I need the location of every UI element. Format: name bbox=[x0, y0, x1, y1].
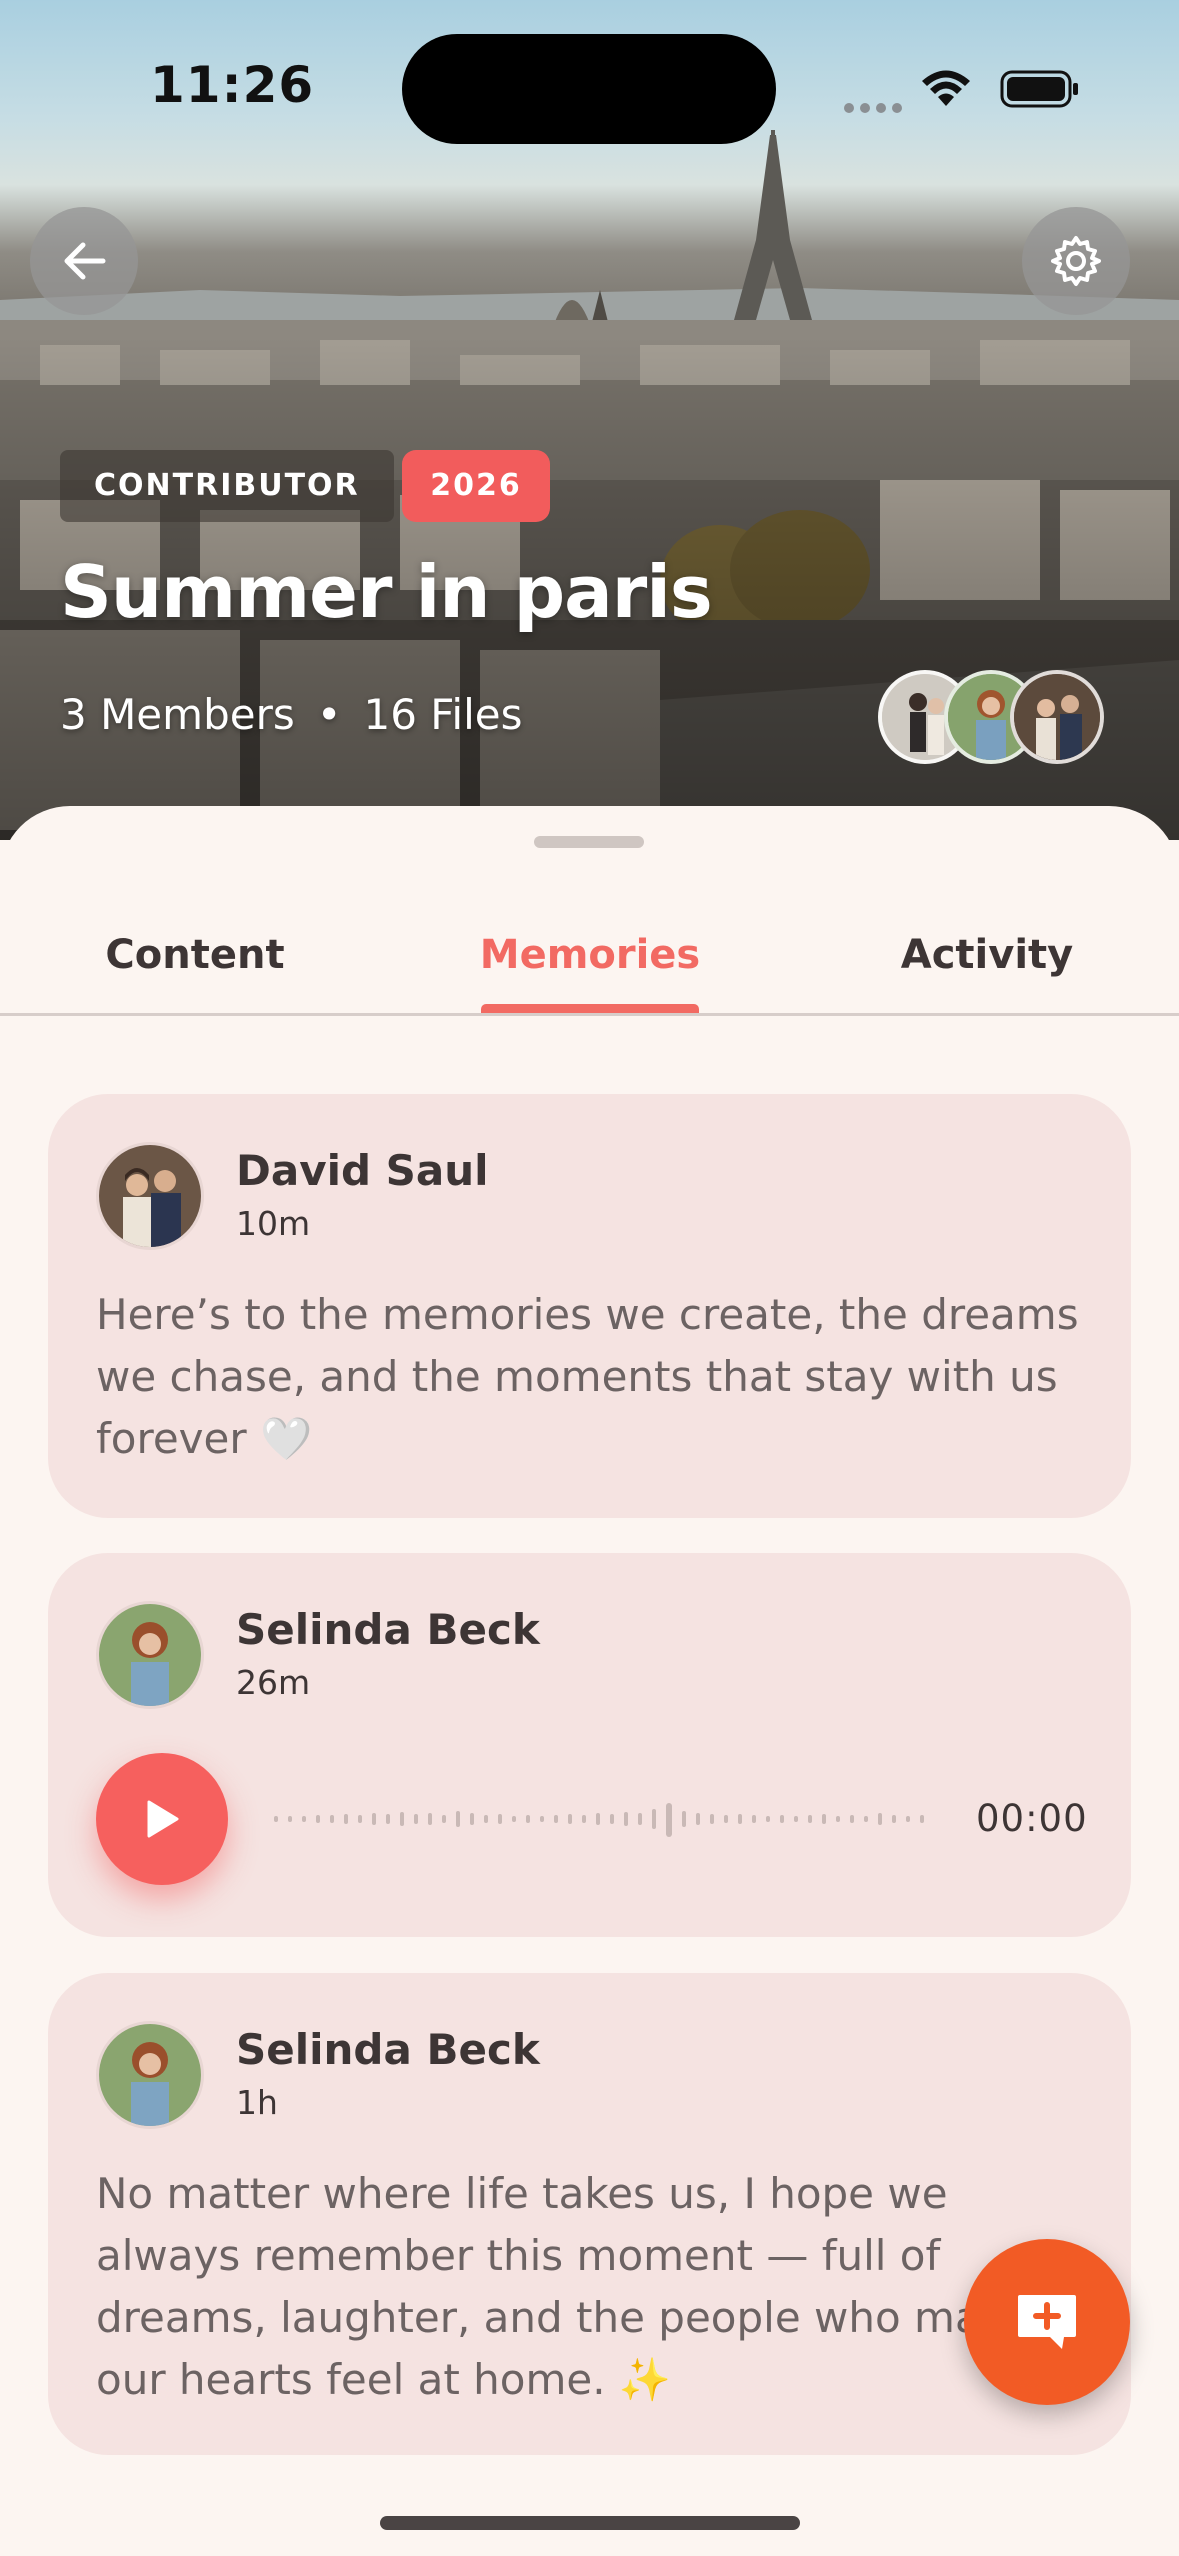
sheet-grabber[interactable] bbox=[534, 836, 644, 848]
dynamic-island bbox=[402, 34, 776, 144]
tab-content[interactable]: Content bbox=[60, 916, 330, 1016]
status-icons bbox=[844, 62, 1084, 113]
active-tab-indicator bbox=[481, 1004, 699, 1013]
audio-duration: 00:00 bbox=[976, 1797, 1088, 1840]
gear-icon bbox=[1051, 236, 1101, 286]
memory-card-audio[interactable]: Selinda Beck 26m 00:00 bbox=[48, 1553, 1131, 1937]
year-badge: 2026 bbox=[402, 450, 550, 522]
battery-icon bbox=[1000, 70, 1078, 108]
files-count: 16 Files bbox=[363, 690, 523, 739]
memory-card[interactable]: Selinda Beck 1h No matter where life tak… bbox=[48, 1973, 1131, 2455]
post-time: 1h bbox=[236, 2083, 278, 2122]
memory-text: Here’s to the memories we create, the dr… bbox=[96, 1290, 1079, 1463]
post-time: 26m bbox=[236, 1663, 311, 1702]
tab-activity[interactable]: Activity bbox=[852, 916, 1122, 1016]
author-name: David Saul bbox=[236, 1146, 489, 1195]
members-count[interactable]: 3 Members bbox=[60, 690, 295, 739]
role-badge: CONTRIBUTOR bbox=[60, 450, 394, 522]
audio-waveform[interactable] bbox=[274, 1789, 994, 1849]
author-name: Selinda Beck bbox=[236, 2025, 540, 2074]
settings-button[interactable] bbox=[1022, 207, 1130, 315]
play-button[interactable] bbox=[96, 1753, 228, 1885]
memory-text: No matter where life takes us, I hope we… bbox=[96, 2169, 1030, 2404]
add-comment-icon bbox=[1018, 2295, 1076, 2349]
cellular-signal-icon bbox=[844, 98, 908, 117]
add-memory-button[interactable] bbox=[964, 2239, 1130, 2405]
memory-card[interactable]: David Saul 10m Here’s to the memories we… bbox=[48, 1094, 1131, 1518]
tab-bar: Content Memories Activity bbox=[0, 916, 1179, 1016]
post-time: 10m bbox=[236, 1204, 311, 1243]
author-avatar[interactable] bbox=[96, 1142, 204, 1250]
member-avatars[interactable] bbox=[878, 670, 1108, 764]
tab-memories[interactable]: Memories bbox=[440, 916, 740, 1016]
album-meta: 3 Members • 16 Files bbox=[60, 690, 522, 739]
member-avatar bbox=[1010, 670, 1104, 764]
meta-separator: • bbox=[316, 690, 342, 739]
play-icon bbox=[147, 1800, 179, 1838]
author-name: Selinda Beck bbox=[236, 1605, 540, 1654]
arrow-left-icon bbox=[64, 242, 106, 280]
album-title: Summer in paris bbox=[60, 550, 713, 634]
author-avatar[interactable] bbox=[96, 1601, 204, 1709]
home-indicator bbox=[380, 2516, 800, 2530]
status-time: 11:26 bbox=[150, 56, 315, 114]
wifi-icon bbox=[922, 70, 970, 106]
author-avatar[interactable] bbox=[96, 2021, 204, 2129]
back-button[interactable] bbox=[30, 207, 138, 315]
